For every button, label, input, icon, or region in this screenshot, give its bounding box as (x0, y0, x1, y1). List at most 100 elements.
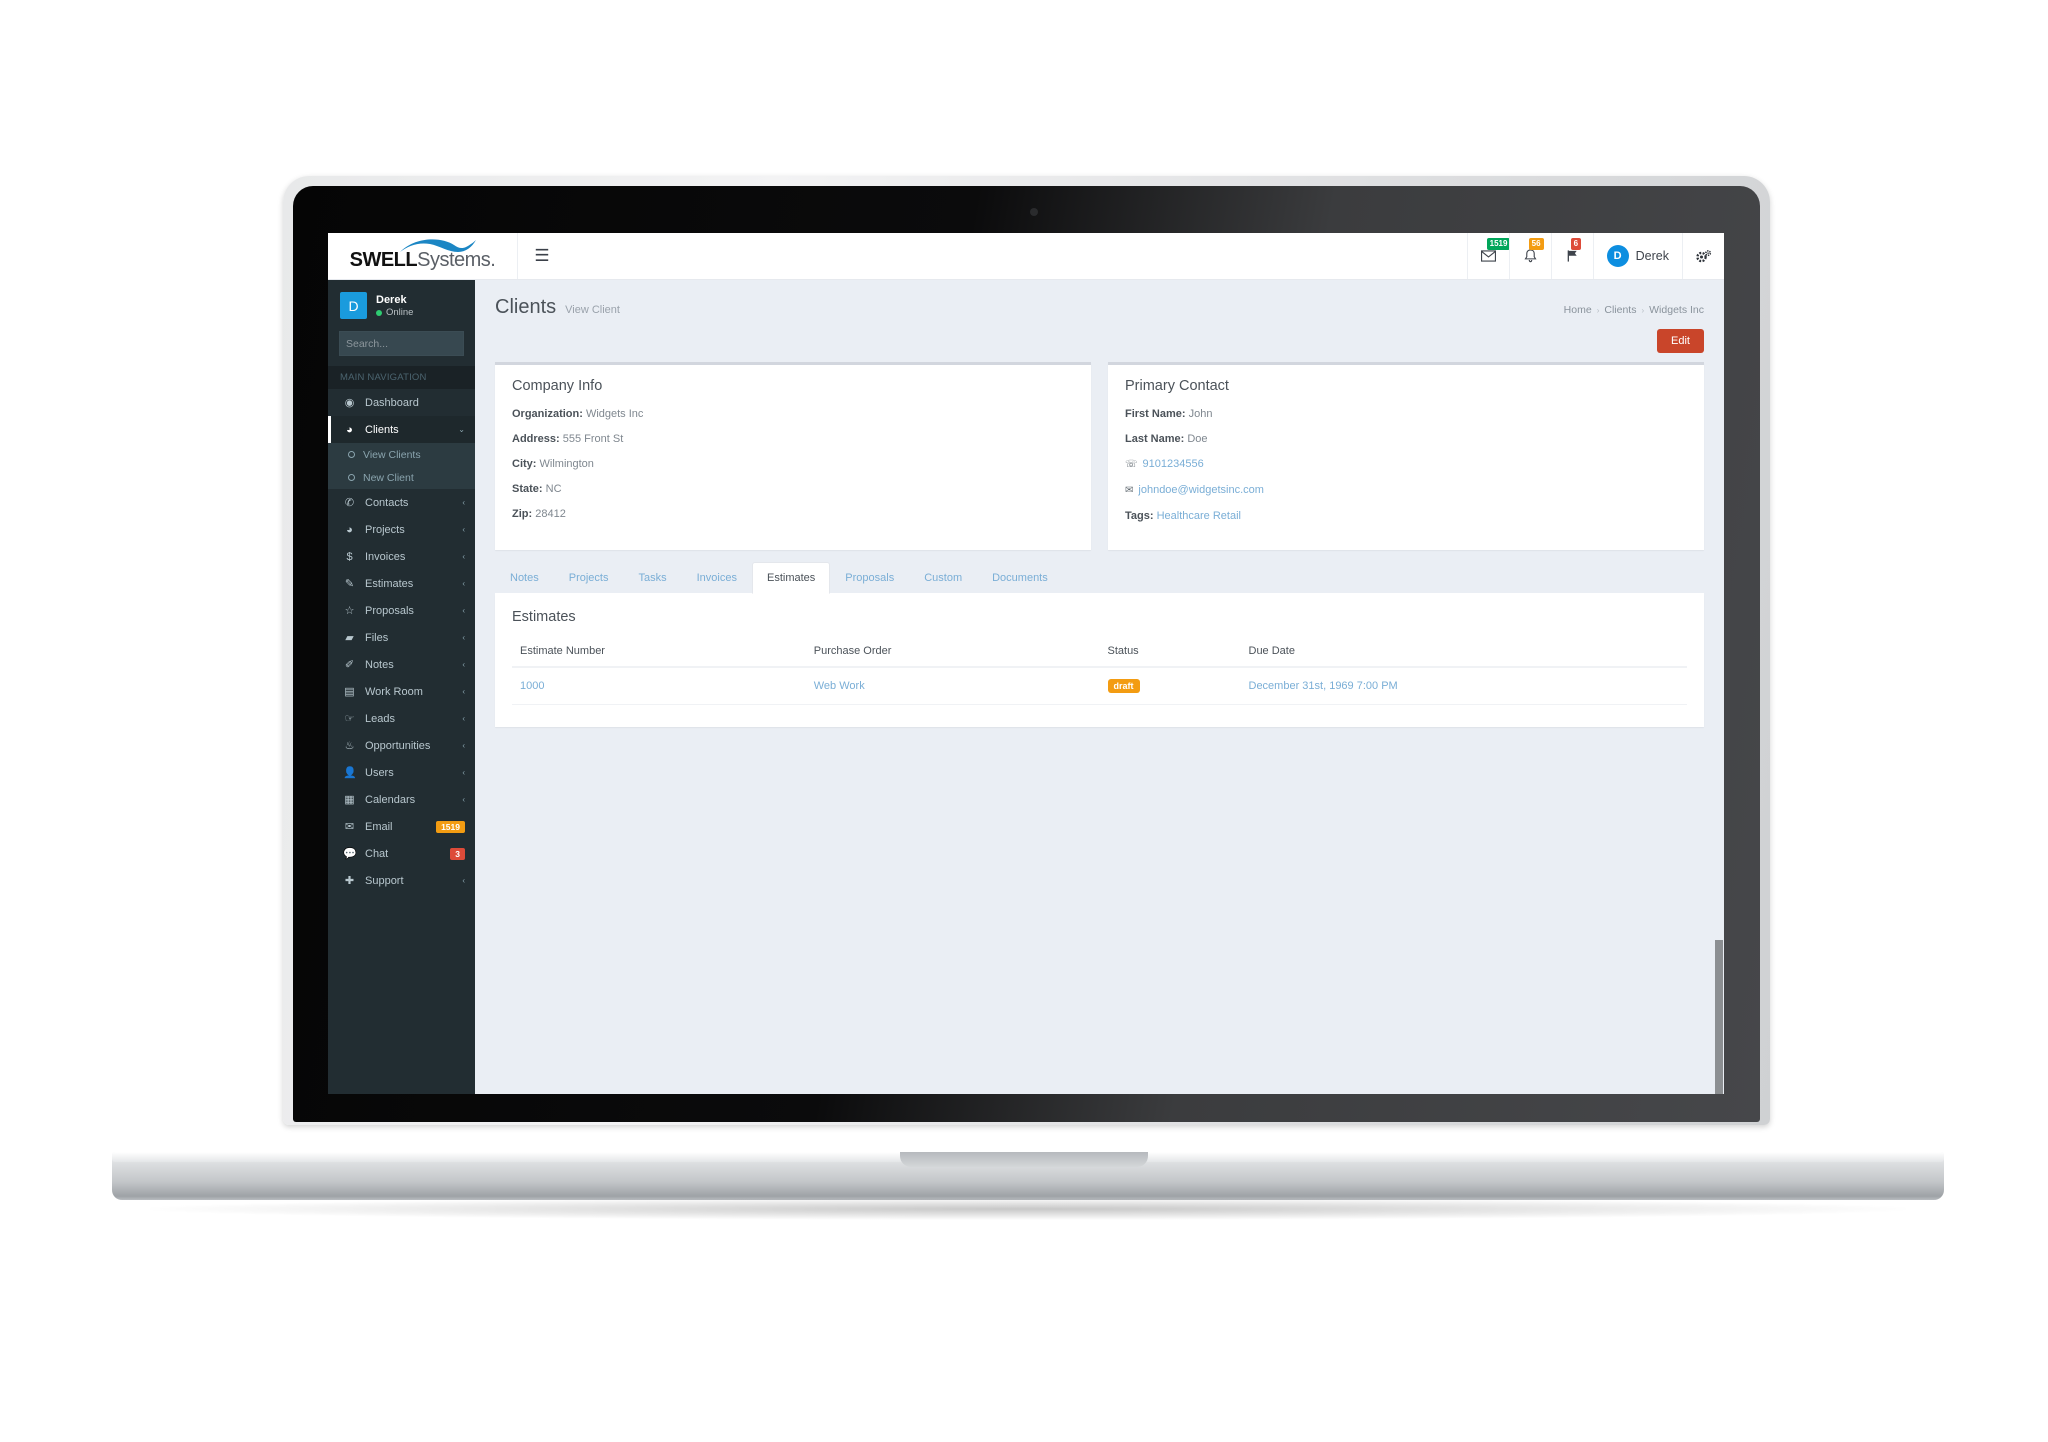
breadcrumb-separator: › (1641, 305, 1645, 315)
sidebar-item-label: Leads (365, 712, 395, 725)
chevron-left-icon: ‹ (462, 606, 465, 615)
sidebar-subitem-new-client[interactable]: New Client (328, 466, 475, 489)
contact-phone-line[interactable]: ☏ 9101234556 (1125, 457, 1687, 472)
breadcrumb-item-home[interactable]: Home (1564, 304, 1592, 316)
sidebar-item-badge: 1519 (436, 820, 465, 833)
contact-email-line[interactable]: ✉ johndoe@widgetsinc.com (1125, 483, 1687, 498)
vertical-scrollbar-track[interactable] (1713, 280, 1724, 1094)
sidebar-item-calendars[interactable]: ▦ Calendars ‹ (328, 786, 475, 813)
notifications-icon[interactable]: 56 (1508, 233, 1551, 279)
sidebar-item-label: Chat (365, 847, 389, 860)
messages-icon[interactable]: 1519 (1466, 233, 1511, 279)
sidebar-item-work-room[interactable]: ▤ Work Room ‹ (328, 678, 475, 705)
sidebar-item-leads[interactable]: ☞ Leads ‹ (328, 705, 475, 732)
sidebar-item-files[interactable]: ▰ Files ‹ (328, 624, 475, 651)
tab-notes[interactable]: Notes (495, 562, 554, 594)
tab-estimates[interactable]: Estimates (751, 562, 831, 594)
chevron-left-icon: ‹ (462, 795, 465, 804)
company-field-label: Zip: (512, 508, 533, 520)
sidebar-item-opportunities[interactable]: ♨ Opportunities ‹ (328, 732, 475, 759)
breadcrumb-item-clients[interactable]: Clients (1604, 304, 1636, 316)
company-field-value: NC (542, 483, 562, 495)
tasks-badge: 6 (1570, 238, 1582, 250)
cell-due-date[interactable]: December 31st, 1969 7:00 PM (1240, 667, 1687, 705)
nav-section-header: MAIN NAVIGATION (328, 366, 475, 389)
first-name-value: John (1188, 408, 1213, 420)
settings-gear-icon[interactable] (1682, 233, 1724, 279)
sidebar-item-estimates[interactable]: ✎ Estimates ‹ (328, 570, 475, 597)
contact-email-link[interactable]: johndoe@widgetsinc.com (1138, 484, 1264, 496)
contact-first-name-line: First Name: John (1125, 407, 1687, 421)
company-field-label: City: (512, 458, 537, 470)
chevron-left-icon: ‹ (462, 714, 465, 723)
chevron-left-icon: ‹ (462, 768, 465, 777)
envelope-icon: ✉ (344, 821, 355, 833)
sidebar-item-label: Projects (365, 523, 405, 536)
edit-button-row: Edit (475, 319, 1724, 353)
laptop-notch (900, 1152, 1148, 1167)
sidebar-item-support[interactable]: ✚ Support ‹ (328, 867, 475, 894)
sidebar-item-dashboard[interactable]: ◉ Dashboard (328, 389, 475, 416)
company-field-city: City: Wilmington (512, 457, 1074, 471)
hamburger-icon[interactable]: ☰ (518, 233, 566, 279)
sidebar-item-label: Estimates (365, 577, 414, 590)
sidebar-item-notes[interactable]: ✐ Notes ‹ (328, 651, 475, 678)
chevron-left-icon: ‹ (462, 633, 465, 642)
edit-button[interactable]: Edit (1657, 329, 1704, 353)
column-header-status: Status (1099, 639, 1241, 668)
primary-contact-card: Primary Contact First Name: John Last Na… (1108, 362, 1704, 550)
tab-projects[interactable]: Projects (554, 562, 624, 594)
table-row: 1000 Web Work draft December 31st, 1969 7:0… (512, 667, 1687, 705)
sidebar-item-users[interactable]: 👤 Users ‹ (328, 759, 475, 786)
tab-documents[interactable]: Documents (977, 562, 1063, 594)
sidebar-item-chat[interactable]: 💬 Chat 3 (328, 840, 475, 867)
chevron-left-icon: ‹ (462, 741, 465, 750)
contact-tags-line: Tags: Healthcare Retail (1125, 509, 1687, 523)
sidebar-item-contacts[interactable]: ✆ Contacts ‹ (328, 489, 475, 516)
cell-estimate-number[interactable]: 1000 (512, 667, 806, 705)
company-field-value: Widgets Inc (582, 408, 644, 420)
top-navbar: SWELL Systems. ☰ 1519 56 6 D Derek (328, 233, 1724, 280)
chevron-down-icon: ⌄ (458, 425, 465, 434)
vertical-scrollbar-thumb[interactable] (1715, 940, 1723, 1094)
laptop-mockup: SWELL Systems. ☰ 1519 56 6 D Derek D Der… (0, 0, 2048, 1442)
tab-custom[interactable]: Custom (909, 562, 977, 594)
tags-value[interactable]: Healthcare Retail (1157, 510, 1241, 522)
sidebar-search[interactable]: ⚲ (339, 331, 475, 356)
sidebar-item-proposals[interactable]: ☆ Proposals ‹ (328, 597, 475, 624)
tab-bar: Notes Projects Tasks Invoices Estimates Propo… (495, 562, 1704, 594)
tab-invoices[interactable]: Invoices (682, 562, 752, 594)
tab-tasks[interactable]: Tasks (624, 562, 682, 594)
sidebar-avatar: D (340, 292, 367, 319)
cell-purchase-order[interactable]: Web Work (805, 667, 1100, 705)
envelope-icon (1480, 250, 1496, 262)
sidebar-item-badge: 3 (450, 847, 465, 860)
comments-icon: 💬 (343, 848, 357, 860)
sidebar-user-panel[interactable]: D Derek Online (328, 280, 475, 331)
sidebar-item-clients[interactable]: ◕ Clients ⌄ (328, 416, 475, 443)
notifications-badge: 56 (1528, 238, 1544, 250)
user-menu[interactable]: D Derek (1592, 233, 1682, 279)
sidebar-item-label: Clients (365, 423, 399, 436)
first-name-label: First Name: (1125, 408, 1186, 420)
phone-icon: ☏ (1125, 459, 1138, 470)
sidebar-item-label: Notes (365, 658, 394, 671)
sidebar-item-projects[interactable]: ◕ Projects ‹ (328, 516, 475, 543)
tab-proposals[interactable]: Proposals (830, 562, 909, 594)
sidebar-item-email[interactable]: ✉ Email 1519 (328, 813, 475, 840)
sidebar-subitem-label: New Client (363, 471, 414, 484)
chevron-left-icon: ‹ (462, 525, 465, 534)
company-field-state: State: NC (512, 482, 1074, 496)
sidebar-subitem-view-clients[interactable]: View Clients (328, 443, 475, 466)
bell-icon (1524, 249, 1537, 263)
search-input[interactable] (346, 337, 475, 350)
column-header-due-date: Due Date (1240, 639, 1687, 668)
contact-phone-link[interactable]: 9101234556 (1143, 458, 1204, 470)
sidebar-item-invoices[interactable]: $ Invoices ‹ (328, 543, 475, 570)
info-cards-row: Company Info Organization: Widgets Inc Ad… (475, 353, 1724, 550)
tags-label: Tags: (1125, 510, 1154, 522)
sidebar-item-label: Contacts (365, 496, 409, 509)
brand-logo[interactable]: SWELL Systems. (328, 233, 518, 279)
tasks-flag-icon[interactable]: 6 (1550, 233, 1593, 279)
breadcrumb: Home › Clients › Widgets Inc (1564, 304, 1704, 316)
